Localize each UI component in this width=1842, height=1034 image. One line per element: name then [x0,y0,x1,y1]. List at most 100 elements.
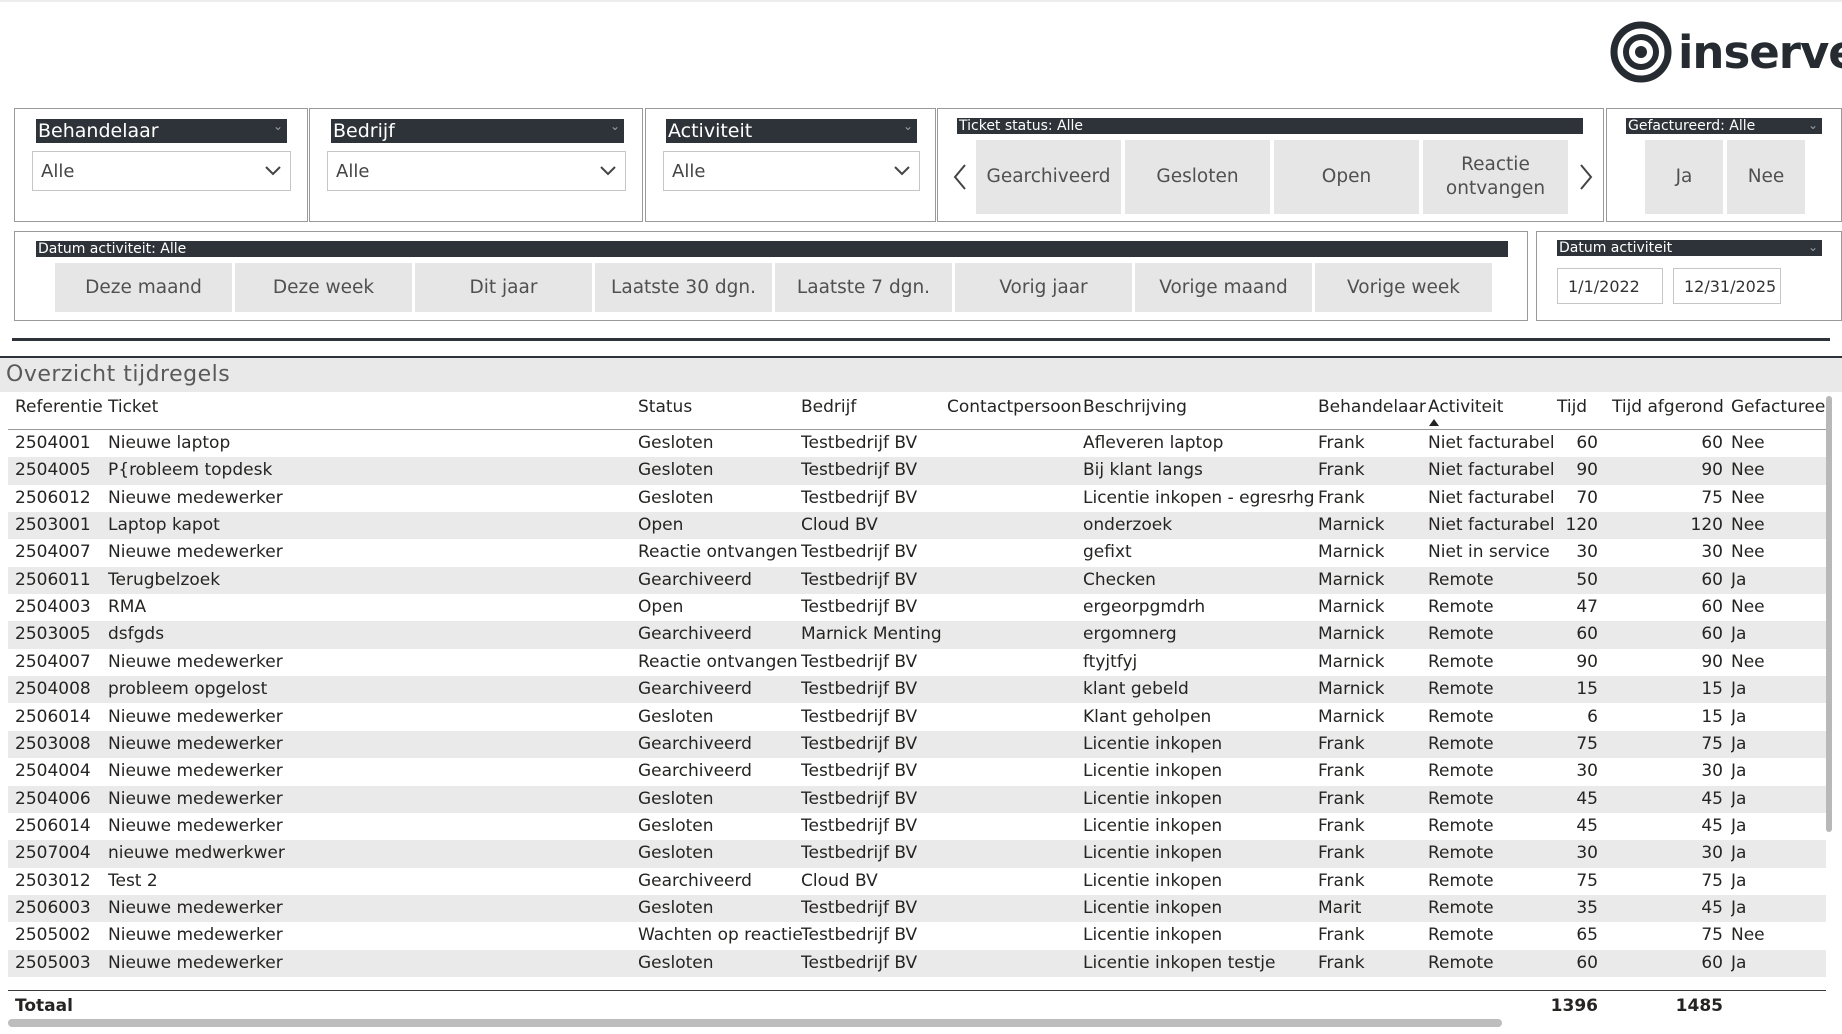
column-header-bedrijf[interactable]: Bedrijf [801,397,856,417]
chevron-right-icon[interactable] [1578,163,1594,191]
table-row[interactable]: 2504003 RMA Open Testbedrijf BV ergeorpgmdrh… [8,594,1826,621]
cell-status: Gearchiveerd [638,733,752,754]
cell-ticket: Nieuwe medewerker [108,788,283,809]
cell-tijd-afgerond: 90 [1701,651,1723,672]
cell-bedrijf: Testbedrijf BV [801,542,918,563]
behandelaar-dropdown[interactable]: Alle [32,151,291,191]
cell-bedrijf: Testbedrijf BV [801,651,918,672]
cell-tijd-afgerond: 45 [1701,897,1723,918]
table-row[interactable]: 2505003 Nieuwe medewerker Gesloten Testbedr… [8,949,1826,977]
collapse-chevron-icon[interactable]: ⌄ [273,119,283,133]
cell-tijd: 75 [1576,733,1598,754]
activiteit-dropdown[interactable]: Alle [663,151,920,191]
behandelaar-slicer: Behandelaar ⌄ Alle [14,108,308,222]
ticket-status-open[interactable]: Open [1274,140,1419,214]
date-preset-deze-week[interactable]: Deze week [235,263,412,312]
cell-tijd: 30 [1576,843,1598,864]
cell-bedrijf: Testbedrijf BV [801,679,918,700]
inserve-logo-icon [1610,21,1672,83]
chevron-left-icon[interactable] [952,163,968,191]
date-preset-laatste-7[interactable]: Laatste 7 dgn. [775,263,952,312]
gefactureerd-label: Gefactureerd: Alle [1628,118,1756,134]
date-preset-laatste-30[interactable]: Laatste 30 dgn. [595,263,772,312]
column-header-contactpersoon[interactable]: Contactpersoon [947,397,1082,417]
table-row[interactable]: 2503001 Laptop kapot Open Cloud BV onderzoek… [8,512,1826,540]
cell-status: Gearchiveerd [638,569,752,590]
cell-referentie: 2506011 [15,569,91,590]
column-header-tijd-afgerond[interactable]: Tijd afgerond [1612,397,1724,417]
cell-tijd: 30 [1576,761,1598,782]
table-row[interactable]: 2503005 dsfgds Gearchiveerd Marnick Menting… [8,621,1826,649]
table-row[interactable]: 2504008 probleem opgelost Gearchiveerd Test… [8,676,1826,704]
cell-behandelaar: Marnick [1318,597,1385,618]
chevron-down-icon [894,166,910,176]
cell-beschrijving: Licentie inkopen [1083,843,1223,864]
cell-referentie: 2504005 [15,460,91,481]
horizontal-scrollbar[interactable] [8,1019,1502,1027]
cell-beschrijving: Licentie inkopen testje [1083,952,1276,973]
table-row[interactable]: 2504005 P{robleem topdesk Gesloten Testbedr… [8,457,1826,485]
cell-tijd: 50 [1576,569,1598,590]
cell-gefactureerd: Nee [1731,925,1765,946]
date-preset-dit-jaar[interactable]: Dit jaar [415,263,592,312]
table-row[interactable]: 2503008 Nieuwe medewerker Gearchiveerd Test… [8,730,1826,759]
gefactureerd-nee[interactable]: Nee [1727,140,1805,214]
column-header-beschrijving[interactable]: Beschrijving [1083,397,1187,417]
cell-beschrijving: Afleveren laptop [1083,433,1224,453]
cell-gefactureerd: Ja [1731,788,1747,809]
activiteit-slicer: Activiteit ⌄ Alle [645,108,936,222]
table-row[interactable]: 2504006 Nieuwe medewerker Gesloten Testbedr… [8,785,1826,813]
date-preset-deze-maand[interactable]: Deze maand [55,263,232,312]
cell-gefactureerd: Nee [1731,433,1765,453]
start-date-input[interactable]: 1/1/2022 [1557,268,1663,304]
column-header-behandelaar[interactable]: Behandelaar [1318,397,1426,417]
ticket-status-gesloten[interactable]: Gesloten [1125,140,1270,214]
cell-tijd-afgerond: 60 [1701,952,1723,973]
ticket-status-gearchiveerd[interactable]: Gearchiveerd [976,140,1121,214]
table-row[interactable]: 2504004 Nieuwe medewerker Gearchiveerd Test… [8,758,1826,785]
table-row[interactable]: 2504007 Nieuwe medewerker Reactie ontvange… [8,649,1826,676]
cell-tijd-afgerond: 75 [1701,870,1723,891]
date-preset-vorige-week[interactable]: Vorige week [1315,263,1492,312]
cell-ticket: RMA [108,597,147,618]
collapse-chevron-icon[interactable]: ⌄ [610,119,620,133]
date-preset-vorige-maand[interactable]: Vorige maand [1135,263,1312,312]
column-header-tijd[interactable]: Tijd [1557,397,1587,417]
gefactureerd-ja[interactable]: Ja [1645,140,1723,214]
collapse-chevron-icon[interactable]: ⌄ [1808,118,1818,132]
collapse-chevron-icon[interactable]: ⌄ [1808,240,1818,254]
column-header-status[interactable]: Status [638,397,692,417]
cell-status: Reactie ontvangen [638,542,798,563]
table-row[interactable]: 2505002 Nieuwe medewerker Wachten op react… [8,922,1826,949]
table-row[interactable]: 2503012 Test 2 Gearchiveerd Cloud BV Licenti… [8,868,1826,895]
table-row[interactable]: 2504001 Nieuwe laptop Gesloten Testbedrijf … [8,430,1826,457]
table-row[interactable]: 2506011 Terugbelzoek Gearchiveerd Testbedri… [8,566,1826,595]
table-row[interactable]: 2504007 Nieuwe medewerker Reactie ontvange… [8,539,1826,566]
cell-bedrijf: Testbedrijf BV [801,733,918,754]
cell-tijd-afgerond: 60 [1701,624,1723,645]
date-preset-vorig-jaar[interactable]: Vorig jaar [955,263,1132,312]
cell-referentie: 2506014 [15,815,91,836]
column-header-referentie[interactable]: Referentie [15,397,103,417]
column-header-ticket[interactable]: Ticket [108,397,158,417]
cell-gefactureerd: Nee [1731,651,1765,672]
column-header-activiteit[interactable]: Activiteit [1428,397,1503,417]
table-row[interactable]: 2506012 Nieuwe medewerker Gesloten Testbedr… [8,485,1826,512]
column-header-gefactureerd[interactable]: Gefactureerd [1731,397,1826,417]
cell-tijd-afgerond: 45 [1701,815,1723,836]
cell-beschrijving: onderzoek [1083,515,1173,536]
table-row[interactable]: 2506003 Nieuwe medewerker Gesloten Testbedr… [8,894,1826,923]
table-row[interactable]: 2506014 Nieuwe medewerker Gesloten Testbedr… [8,813,1826,840]
cell-tijd: 30 [1576,542,1598,563]
table-row[interactable]: 2506014 Nieuwe medewerker Gesloten Testbedr… [8,704,1826,731]
ticket-status-reactie-ontvangen[interactable]: Reactie ontvangen [1423,140,1568,214]
cell-ticket: probleem opgelost [108,679,268,700]
cell-behandelaar: Frank [1318,433,1365,453]
vertical-scrollbar[interactable] [1826,396,1832,832]
table-row[interactable]: 2507004 nieuwe medwerkwer Gesloten Testbedr… [8,840,1826,868]
cell-tijd-afgerond: 15 [1701,679,1723,700]
end-date-input[interactable]: 12/31/2025 [1673,268,1781,304]
bedrijf-dropdown[interactable]: Alle [327,151,626,191]
collapse-chevron-icon[interactable]: ⌄ [903,119,913,133]
cell-tijd-afgerond: 30 [1701,542,1723,563]
